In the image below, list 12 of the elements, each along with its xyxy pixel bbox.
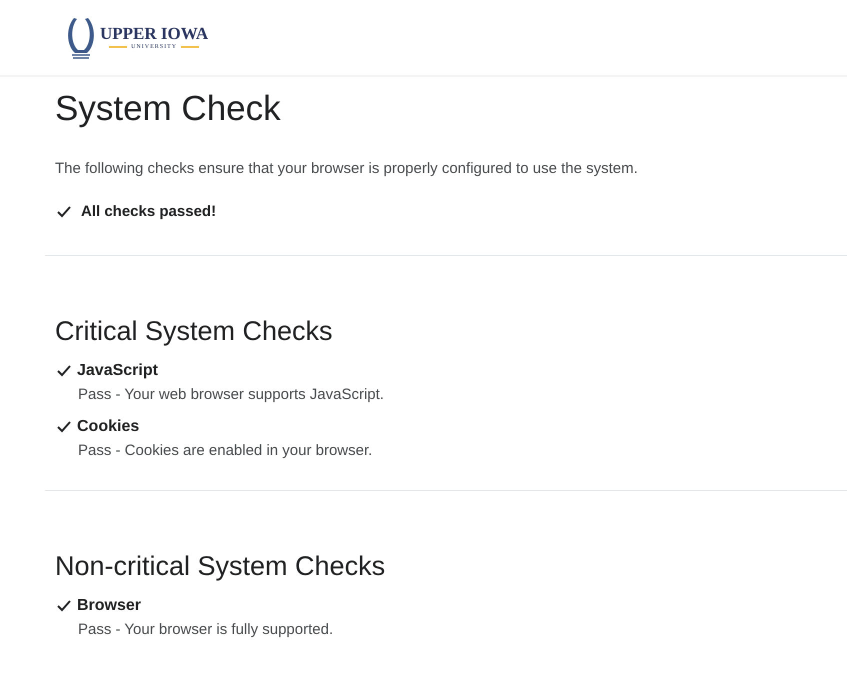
logo-wordmark: UPPER IOWA [100,25,208,42]
check-result: Pass - Cookies are enabled in your browser. [78,441,374,461]
section-heading: Non-critical System Checks [55,550,386,583]
section-heading: Critical System Checks [55,315,334,348]
summary-status: All checks passed! [81,202,216,222]
check-name: Cookies [77,417,140,437]
check-name: JavaScript [77,361,158,381]
intro-text: The following checks ensure that your browser is properly configured to use the system. [55,159,639,179]
check-name: Browser [77,596,142,616]
page-title: System Check [55,88,282,130]
check-result: Pass - Your browser is fully supported. [78,620,334,640]
check-result: Pass - Your web browser supports JavaScript. [78,385,385,405]
